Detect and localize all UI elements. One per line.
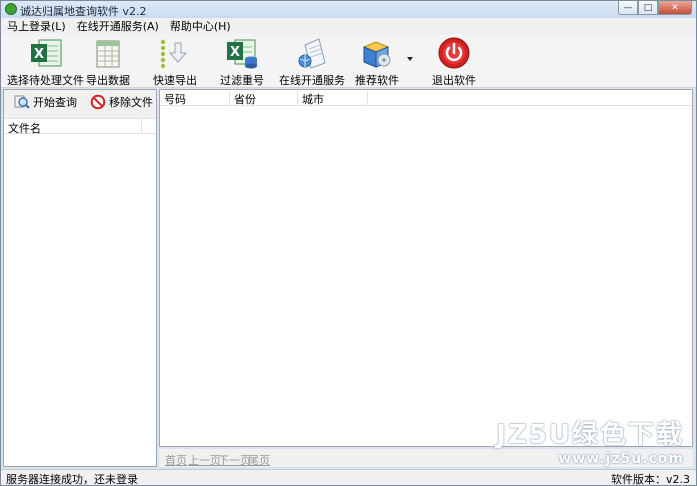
quick-export-label: 快速导出: [153, 74, 197, 87]
select-file-button[interactable]: X 选择待处理文件: [7, 37, 84, 88]
menu-bar: 马上登录(L) 在线开通服务(A) 帮助中心(H): [1, 18, 696, 34]
window-title: 诚达归属地查询软件 v2.2: [20, 5, 147, 18]
start-query-label: 开始查询: [33, 96, 77, 109]
remove-file-button[interactable]: 移除文件: [90, 94, 153, 110]
last-page-link[interactable]: 尾页: [248, 452, 270, 468]
online-service-label: 在线开通服务: [279, 74, 345, 87]
column-divider: [141, 119, 142, 133]
column-province[interactable]: 省份: [230, 91, 298, 106]
minimize-button[interactable]: —: [618, 1, 638, 15]
svg-text:X: X: [230, 45, 240, 60]
watermark: JZ5U绿色下载 www.jz5u.com: [496, 414, 684, 467]
excel-filter-icon: X: [225, 37, 259, 69]
start-query-button[interactable]: 开始查询: [14, 94, 77, 110]
file-list-header: 文件名: [4, 119, 156, 136]
app-logo-icon: [5, 3, 17, 15]
power-icon: [437, 37, 471, 69]
app-window: 诚达归属地查询软件 v2.2 — □ ✕ 马上登录(L) 在线开通服务(A) 帮…: [0, 0, 697, 486]
exit-button[interactable]: 退出软件: [432, 37, 476, 88]
file-list-panel: 开始查询 移除文件 文件名: [3, 89, 157, 467]
close-button[interactable]: ✕: [658, 1, 692, 15]
next-page-link[interactable]: 下一页: [218, 452, 251, 468]
status-bar: 服务器连接成功，还未登录 软件版本：v2.3: [1, 469, 696, 486]
file-panel-toolbar: 开始查询 移除文件: [4, 90, 156, 119]
column-number[interactable]: 号码: [160, 91, 230, 106]
chevron-down-icon[interactable]: [407, 57, 413, 61]
watermark-url: www.jz5u.com: [558, 451, 684, 467]
first-page-link[interactable]: 首页: [165, 452, 187, 468]
connection-status: 服务器连接成功，还未登录: [6, 473, 138, 486]
recommend-software-button[interactable]: 推荐软件: [355, 37, 399, 88]
exit-label: 退出软件: [432, 74, 476, 87]
quick-export-button[interactable]: 快速导出: [153, 37, 197, 88]
online-service-button[interactable]: 在线开通服务: [279, 37, 345, 88]
select-file-label: 选择待处理文件: [7, 74, 84, 87]
watermark-title: JZ5U绿色下载: [496, 420, 684, 450]
result-table: 号码 省份 城市: [159, 89, 693, 447]
window-controls: — □ ✕: [618, 1, 692, 16]
export-data-button[interactable]: 导出数据: [86, 37, 130, 88]
menu-login[interactable]: 马上登录(L): [1, 18, 71, 34]
filter-duplicates-button[interactable]: X 过滤重号: [220, 37, 264, 88]
maximize-button[interactable]: □: [638, 1, 658, 15]
main-toolbar: X 选择待处理文件 导出数据 快速导出 X 过滤重号 在线开通服务 推荐软件 退…: [1, 34, 696, 88]
title-bar: 诚达归属地查询软件 v2.2 — □ ✕: [1, 1, 696, 18]
menu-online-service[interactable]: 在线开通服务(A): [71, 18, 164, 34]
menu-help[interactable]: 帮助中心(H): [164, 18, 236, 34]
export-data-label: 导出数据: [86, 74, 130, 87]
download-arrow-icon: [158, 37, 192, 69]
software-box-icon: [360, 37, 394, 69]
prohibit-icon: [90, 94, 106, 110]
column-city[interactable]: 城市: [298, 91, 368, 106]
excel-icon: X: [29, 37, 63, 69]
recommend-software-label: 推荐软件: [355, 74, 399, 87]
globe-document-icon: [295, 37, 329, 69]
prev-page-link[interactable]: 上一页: [188, 452, 221, 468]
column-filename[interactable]: 文件名: [8, 120, 41, 136]
filter-duplicates-label: 过滤重号: [220, 74, 264, 87]
magnifier-icon: [14, 94, 30, 110]
spreadsheet-icon: [91, 37, 125, 69]
svg-text:X: X: [33, 47, 43, 62]
version-status: 软件版本：v2.3: [610, 473, 690, 486]
remove-file-label: 移除文件: [109, 96, 153, 109]
result-table-header: 号码 省份 城市: [160, 90, 692, 106]
